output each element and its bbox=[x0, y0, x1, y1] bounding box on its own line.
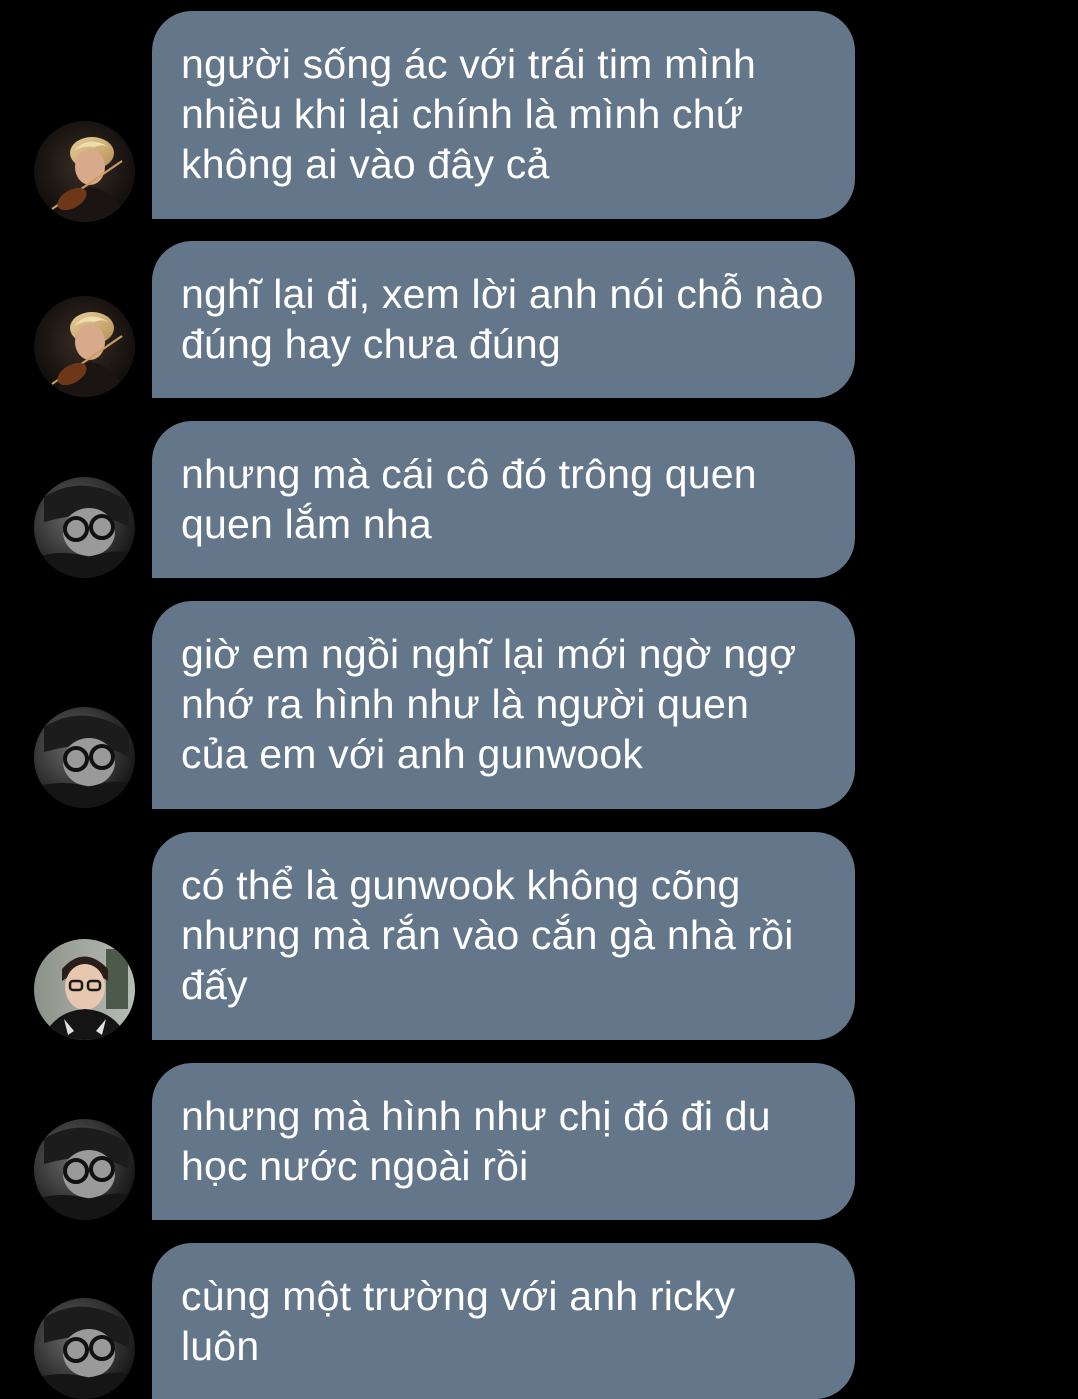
message-text: nghĩ lại đi, xem lời anh nói chỗ nào đún… bbox=[181, 271, 824, 367]
violinist-avatar[interactable] bbox=[34, 121, 135, 222]
message-bubble[interactable]: giờ em ngồi nghĩ lại mới ngờ ngợ nhớ ra … bbox=[152, 601, 855, 809]
glasses-bw-avatar-image bbox=[34, 1119, 135, 1220]
message-text: nhưng mà hình như chị đó đi du học nước … bbox=[181, 1093, 771, 1189]
glasses-bw-avatar[interactable] bbox=[34, 1298, 135, 1399]
chat-thread: người sống ác với trái tim mình nhiều kh… bbox=[0, 0, 1078, 1399]
violinist-avatar-image bbox=[34, 296, 135, 397]
message-bubble[interactable]: nghĩ lại đi, xem lời anh nói chỗ nào đún… bbox=[152, 241, 855, 398]
violinist-avatar[interactable] bbox=[34, 296, 135, 397]
message-text: giờ em ngồi nghĩ lại mới ngờ ngợ nhớ ra … bbox=[181, 631, 797, 777]
message-text: nhưng mà cái cô đó trông quen quen lắm n… bbox=[181, 451, 757, 547]
message-text: cùng một trường với anh ricky luôn bbox=[181, 1273, 736, 1369]
violinist-avatar-image bbox=[34, 121, 135, 222]
selfie-avatar-image bbox=[34, 939, 135, 1040]
message-bubble[interactable]: người sống ác với trái tim mình nhiều kh… bbox=[152, 11, 855, 219]
glasses-bw-avatar-image bbox=[34, 1298, 135, 1399]
message-bubble[interactable]: nhưng mà hình như chị đó đi du học nước … bbox=[152, 1063, 855, 1220]
glasses-bw-avatar-image bbox=[34, 477, 135, 578]
message-bubble[interactable]: nhưng mà cái cô đó trông quen quen lắm n… bbox=[152, 421, 855, 578]
glasses-bw-avatar[interactable] bbox=[34, 1119, 135, 1220]
message-text: có thể là gunwook không cõng nhưng mà rắ… bbox=[181, 862, 794, 1008]
glasses-bw-avatar-image bbox=[34, 707, 135, 808]
message-text: người sống ác với trái tim mình nhiều kh… bbox=[181, 41, 757, 187]
glasses-bw-avatar[interactable] bbox=[34, 707, 135, 808]
selfie-avatar[interactable] bbox=[34, 939, 135, 1040]
glasses-bw-avatar[interactable] bbox=[34, 477, 135, 578]
message-bubble[interactable]: có thể là gunwook không cõng nhưng mà rắ… bbox=[152, 832, 855, 1040]
message-bubble[interactable]: cùng một trường với anh ricky luôn bbox=[152, 1243, 855, 1399]
